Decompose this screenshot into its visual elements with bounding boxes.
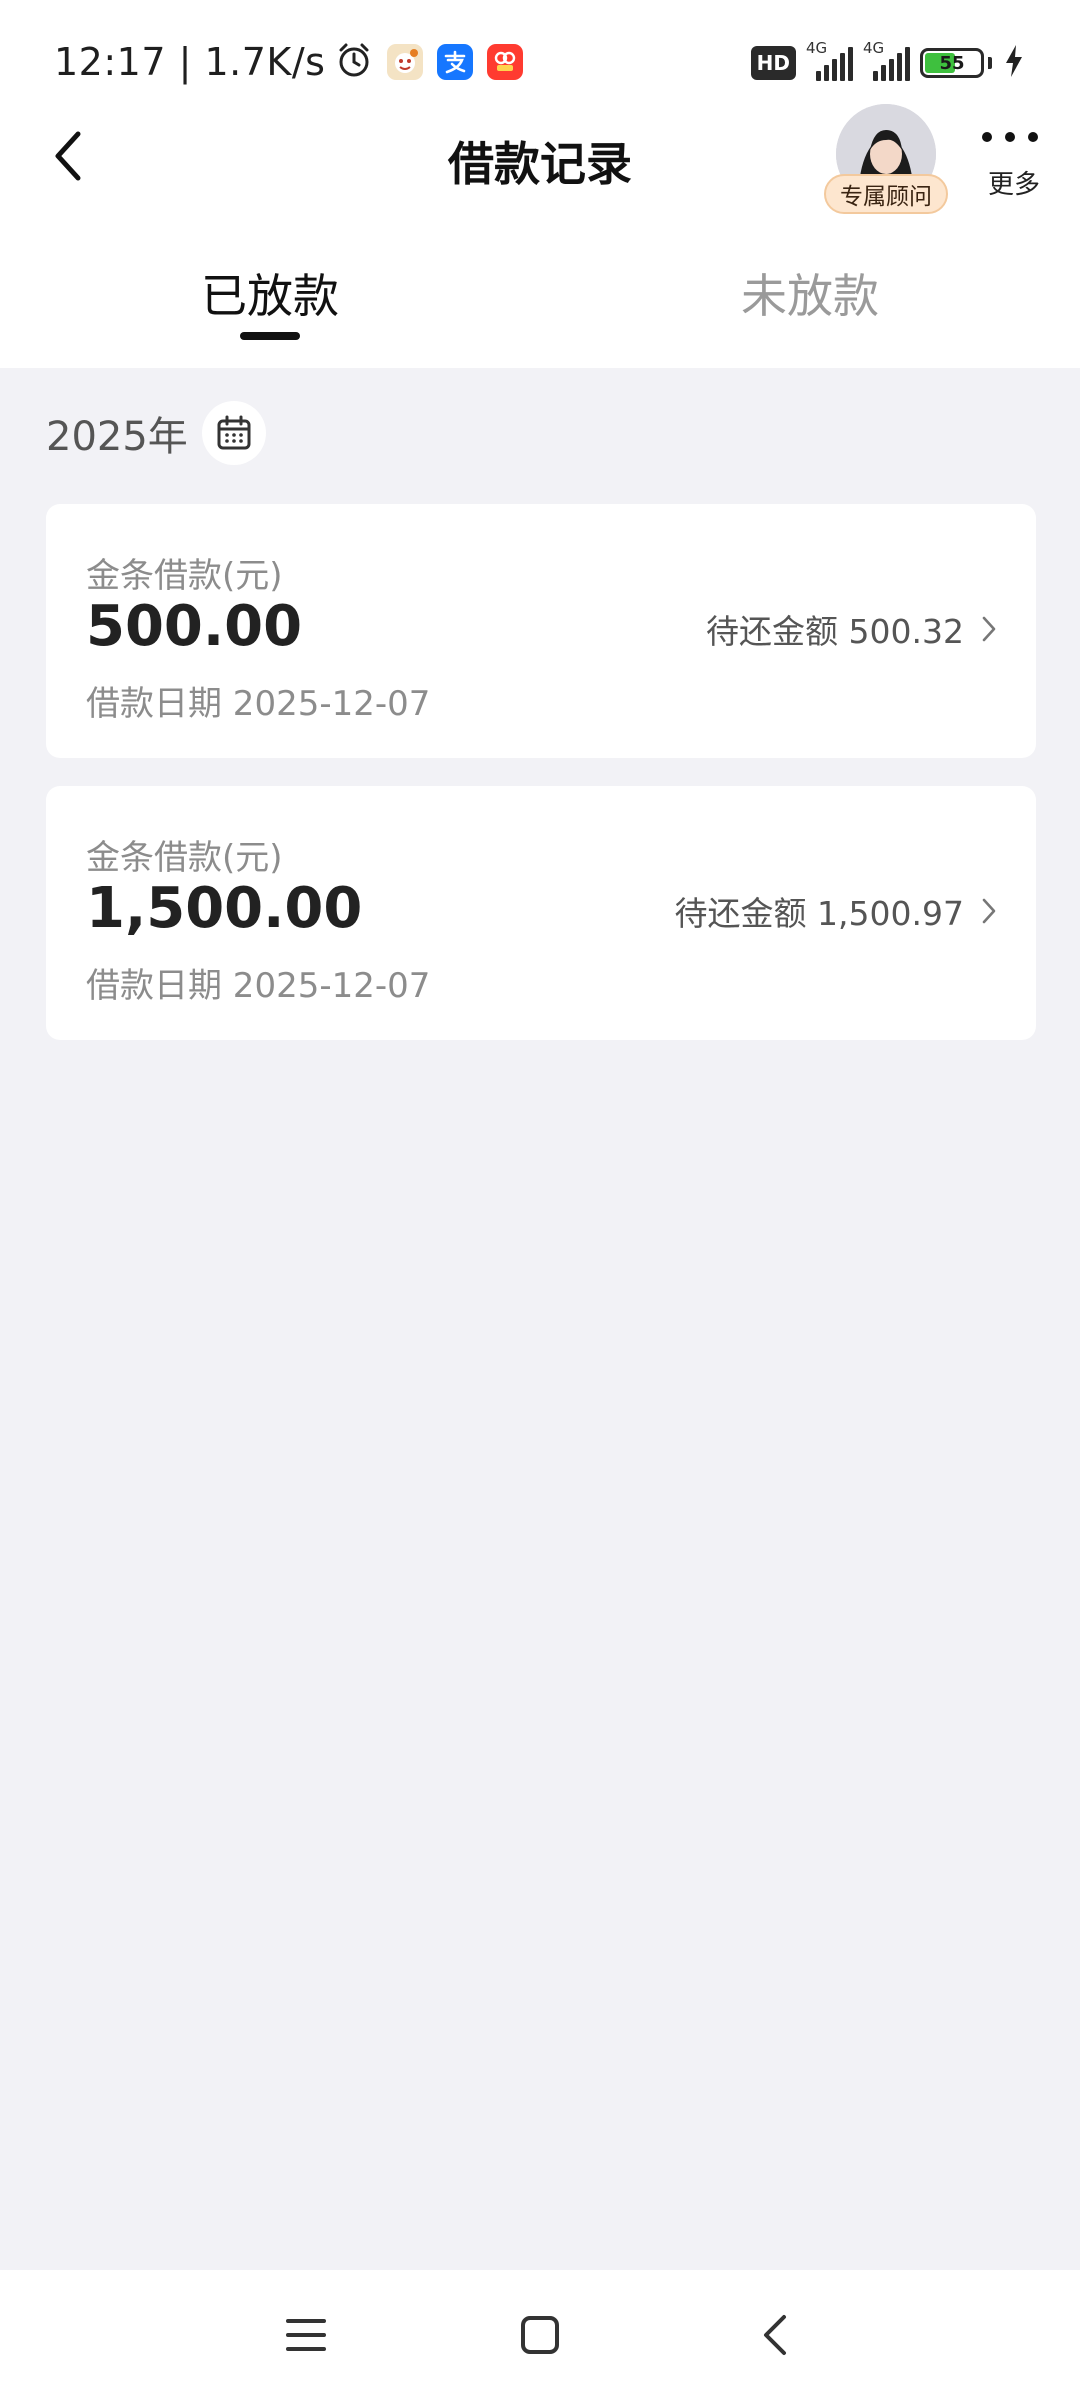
- year-filter: 2025年: [46, 398, 266, 468]
- system-nav-bar: [0, 2270, 1080, 2400]
- battery-level: 55: [939, 52, 965, 74]
- network-type-label: 4G: [863, 39, 885, 57]
- more-dots-icon: [982, 132, 1038, 142]
- signal-icon: 4G: [863, 39, 910, 81]
- home-button[interactable]: [505, 2300, 575, 2370]
- clock-and-speed: 12:17 | 1.7K/s: [54, 40, 326, 84]
- battery-tip: [988, 57, 992, 69]
- advisor-button[interactable]: 专属顾问: [820, 104, 952, 220]
- system-back-button[interactable]: [740, 2300, 810, 2370]
- status-bar-right: HD 4G 4G 55: [750, 39, 1026, 86]
- network-type-label: 4G: [806, 39, 828, 57]
- loan-record-card[interactable]: 金条借款(元) 1,500.00 借款日期 2025-12-07 待还金额 1,…: [46, 786, 1036, 1040]
- signal-icon: 4G: [806, 39, 853, 81]
- loan-type-label: 金条借款(元): [86, 556, 283, 596]
- outstanding-amount[interactable]: 待还金额 500.32: [706, 604, 998, 654]
- chevron-right-icon: [982, 898, 996, 924]
- charging-bolt-icon: [1002, 43, 1026, 83]
- home-square-icon: [521, 2316, 559, 2354]
- battery-icon: 55: [920, 48, 984, 78]
- back-chevron-icon: [764, 2315, 786, 2355]
- advisor-label: 专属顾问: [824, 174, 948, 214]
- loan-date: 借款日期 2025-12-07: [86, 684, 431, 724]
- loan-amount: 1,500.00: [86, 876, 363, 941]
- more-label: 更多: [987, 170, 1040, 200]
- tab-disbursed[interactable]: 已放款: [180, 260, 360, 326]
- hd-badge: HD: [750, 46, 796, 80]
- more-button[interactable]: 更多: [966, 118, 1062, 208]
- outstanding-amount-text: 待还金额 1,500.97: [674, 894, 964, 933]
- recent-apps-button[interactable]: [271, 2300, 341, 2370]
- app-notification-icon: [487, 44, 524, 80]
- active-tab-indicator: [240, 332, 300, 340]
- outstanding-amount[interactable]: 待还金额 1,500.97: [675, 886, 998, 936]
- loan-type-label: 金条借款(元): [86, 838, 283, 878]
- status-bar-left: 12:17 | 1.7K/s: [54, 36, 524, 88]
- chevron-right-icon: [982, 616, 996, 642]
- loan-amount: 500.00: [86, 594, 303, 659]
- loan-record-card[interactable]: 金条借款(元) 500.00 借款日期 2025-12-07 待还金额 500.…: [46, 504, 1036, 758]
- calendar-icon: [217, 415, 251, 450]
- app-header: 借款记录 专属顾问 更多: [0, 100, 1080, 220]
- alipay-icon: [437, 44, 474, 80]
- year-label: 2025年: [46, 414, 188, 460]
- calendar-button[interactable]: [201, 401, 266, 465]
- menu-icon: [286, 2319, 326, 2351]
- notification-icons: [335, 41, 524, 83]
- loan-status-tabs: 已放款 未放款: [0, 240, 1080, 340]
- loan-date: 借款日期 2025-12-07: [86, 966, 431, 1006]
- alarm-icon: [335, 41, 373, 83]
- app-notification-icon: [387, 44, 424, 80]
- tab-not-disbursed[interactable]: 未放款: [720, 260, 900, 326]
- outstanding-amount-text: 待还金额 500.32: [706, 612, 964, 651]
